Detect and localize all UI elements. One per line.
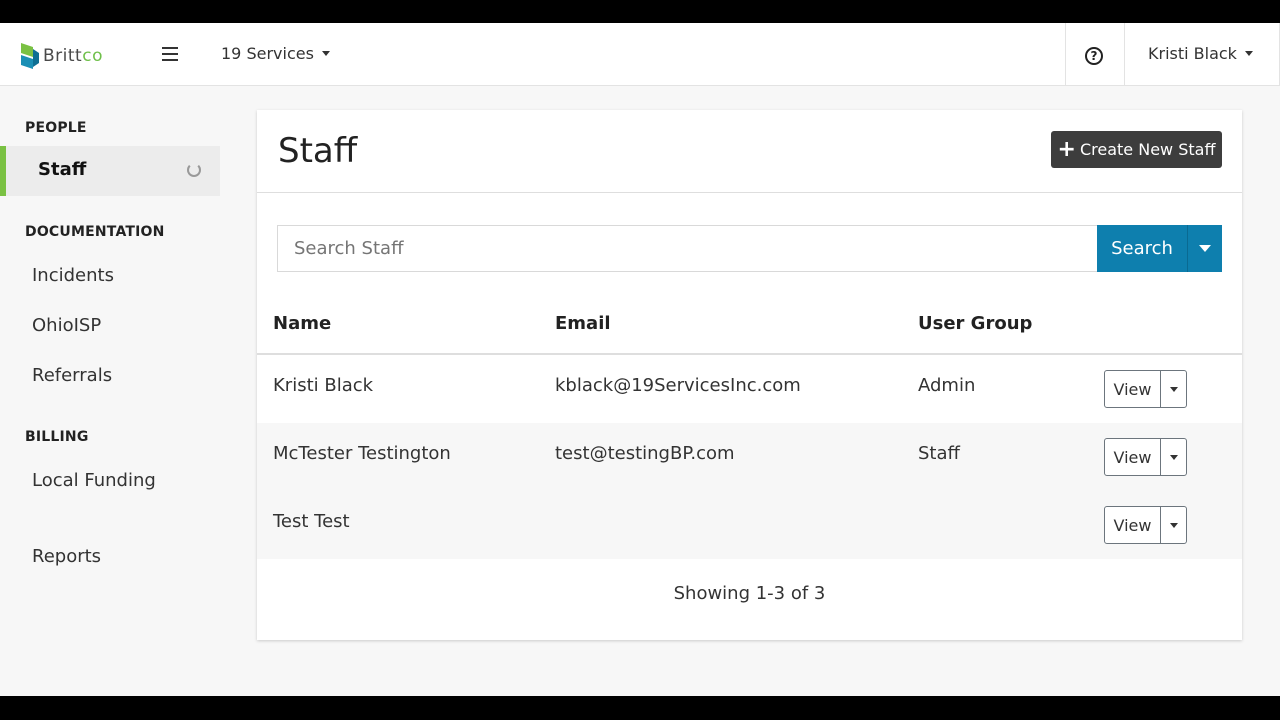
sidebar-section-billing: BILLING bbox=[25, 429, 89, 445]
table-row: Test Test View bbox=[257, 491, 1242, 559]
chevron-down-icon bbox=[1244, 51, 1253, 56]
page-title: Staff bbox=[278, 131, 358, 171]
top-navbar: Brittco 19 Services ? Kristi Black bbox=[0, 23, 1280, 86]
organization-label: 19 Services bbox=[221, 44, 314, 63]
column-header-user-group[interactable]: User Group bbox=[918, 313, 1032, 334]
view-button[interactable]: View bbox=[1105, 371, 1161, 407]
staff-card: Staff + Create New Staff Search Name Ema… bbox=[257, 110, 1242, 640]
cell-name: Kristi Black bbox=[273, 375, 374, 396]
view-button-group: View bbox=[1104, 370, 1187, 408]
sidebar: PEOPLE Staff DOCUMENTATION Incidents Ohi… bbox=[0, 86, 220, 696]
user-dropdown[interactable]: Kristi Black bbox=[1148, 44, 1253, 63]
sidebar-section-people: PEOPLE bbox=[25, 120, 87, 136]
help-glyph: ? bbox=[1090, 49, 1098, 63]
cell-user-group: Admin bbox=[918, 375, 976, 396]
search-button[interactable]: Search bbox=[1097, 225, 1187, 272]
chevron-down-icon bbox=[1169, 522, 1178, 528]
search-input[interactable] bbox=[277, 225, 1098, 272]
table-row: Kristi Black kblack@19ServicesInc.com Ad… bbox=[257, 355, 1242, 423]
create-button-label: Create New Staff bbox=[1079, 140, 1216, 159]
sidebar-item-local-funding[interactable]: Local Funding bbox=[32, 470, 156, 491]
sidebar-section-documentation: DOCUMENTATION bbox=[25, 224, 165, 240]
view-button-group: View bbox=[1104, 438, 1187, 476]
search-options-toggle[interactable] bbox=[1187, 225, 1222, 272]
help-icon[interactable]: ? bbox=[1085, 47, 1103, 65]
cell-email: test@testingBP.com bbox=[555, 443, 735, 464]
menu-toggle-icon[interactable] bbox=[162, 47, 178, 61]
cell-email: kblack@19ServicesInc.com bbox=[555, 375, 801, 396]
row-actions-toggle[interactable] bbox=[1161, 439, 1186, 475]
navbar-divider bbox=[1065, 23, 1066, 86]
column-header-email[interactable]: Email bbox=[555, 313, 611, 334]
user-name: Kristi Black bbox=[1148, 44, 1237, 63]
sidebar-item-staff[interactable]: Staff bbox=[0, 146, 220, 196]
chevron-down-icon bbox=[1169, 454, 1178, 460]
cell-name: Test Test bbox=[273, 511, 350, 532]
brand-name-accent: co bbox=[82, 46, 103, 66]
sidebar-item-referrals[interactable]: Referrals bbox=[32, 365, 112, 386]
chevron-down-icon bbox=[321, 51, 330, 56]
card-header: Staff + Create New Staff bbox=[257, 110, 1242, 193]
sidebar-item-ohioisp[interactable]: OhioISP bbox=[32, 315, 101, 336]
sidebar-item-label: Staff bbox=[38, 159, 87, 180]
pagination-summary: Showing 1-3 of 3 bbox=[673, 583, 826, 604]
table-row: McTester Testington test@testingBP.com S… bbox=[257, 423, 1242, 491]
brittco-logo-icon bbox=[21, 43, 39, 69]
create-new-staff-button[interactable]: + Create New Staff bbox=[1051, 131, 1222, 168]
sidebar-item-reports[interactable]: Reports bbox=[32, 546, 101, 567]
navbar-divider bbox=[1124, 23, 1125, 86]
view-button-group: View bbox=[1104, 506, 1187, 544]
brand-name-main: Britt bbox=[43, 46, 83, 66]
brand-name: Brittco bbox=[43, 46, 103, 66]
view-button[interactable]: View bbox=[1105, 507, 1161, 543]
row-actions-toggle[interactable] bbox=[1161, 371, 1186, 407]
cell-user-group: Staff bbox=[918, 443, 960, 464]
chevron-down-icon bbox=[1199, 245, 1211, 252]
app-window: Brittco 19 Services ? Kristi Black PEOPL… bbox=[0, 23, 1280, 696]
chevron-down-icon bbox=[1169, 386, 1178, 392]
organization-dropdown[interactable]: 19 Services bbox=[221, 44, 330, 63]
row-actions-toggle[interactable] bbox=[1161, 507, 1186, 543]
column-header-name[interactable]: Name bbox=[273, 313, 331, 334]
plus-icon: + bbox=[1057, 136, 1076, 162]
view-button[interactable]: View bbox=[1105, 439, 1161, 475]
loading-spinner-icon bbox=[187, 163, 201, 177]
sidebar-item-incidents[interactable]: Incidents bbox=[32, 265, 114, 286]
cell-name: McTester Testington bbox=[273, 443, 451, 464]
brand-logo[interactable]: Brittco bbox=[19, 41, 103, 71]
